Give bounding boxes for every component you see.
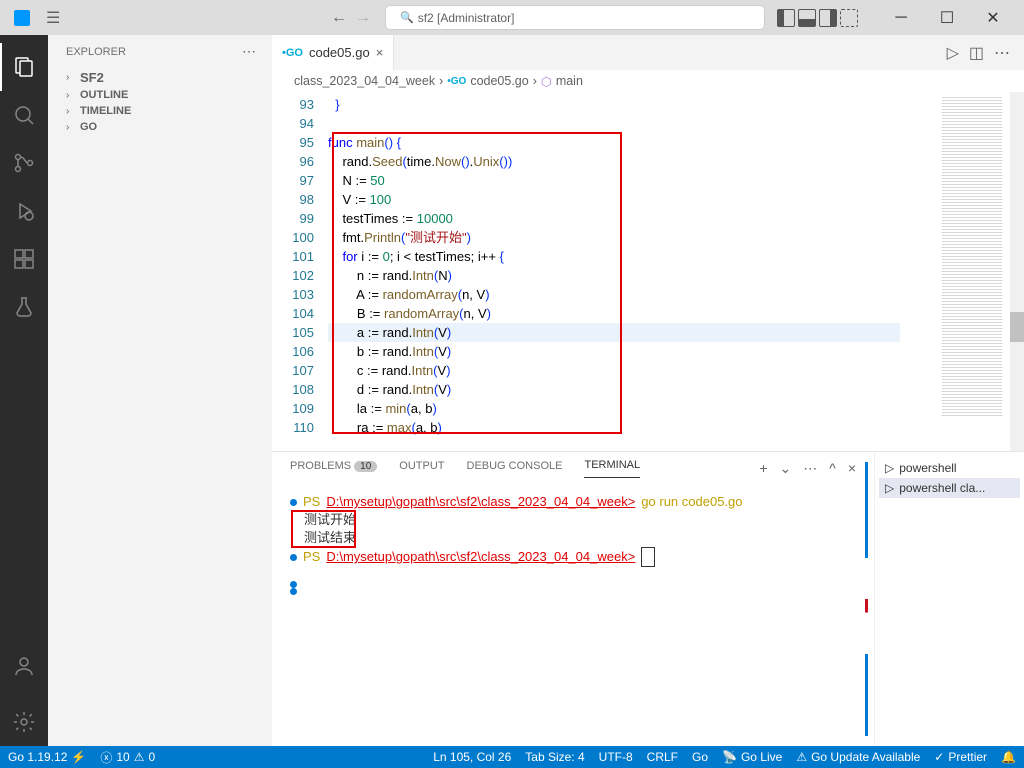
command-center[interactable]: 🔍 sf2 [Administrator]: [385, 5, 765, 30]
go-file-icon: •GO: [447, 76, 466, 87]
editor-area: •GO code05.go × ▷ ◫ ⋯ class_2023_04_04_w…: [272, 35, 1024, 746]
toggle-primary-sidebar-icon[interactable]: [777, 9, 795, 27]
debug-icon[interactable]: [0, 187, 48, 235]
code-line[interactable]: c := rand.Intn(V): [328, 361, 900, 380]
code-line[interactable]: fmt.Println("测试开始"): [328, 228, 900, 247]
status-prettier[interactable]: ✓ Prettier: [934, 750, 987, 764]
terminal-line: [290, 588, 856, 595]
source-control-icon[interactable]: [0, 139, 48, 187]
panel-more-icon[interactable]: ⋯: [803, 460, 817, 477]
terminal-line: [290, 581, 856, 588]
code-line[interactable]: rand.Seed(time.Now().Unix()): [328, 152, 900, 171]
terminal[interactable]: PS D:\mysetup\gopath\src\sf2\class_2023_…: [272, 485, 874, 746]
tab-debug-console[interactable]: DEBUG CONSOLE: [467, 460, 563, 478]
testing-icon[interactable]: [0, 283, 48, 331]
toggle-secondary-sidebar-icon[interactable]: [819, 9, 837, 27]
tree-item[interactable]: ›OUTLINE: [48, 87, 272, 103]
symbol-icon: ⬡: [541, 74, 552, 89]
tab-filename: code05.go: [309, 45, 370, 60]
explorer-icon[interactable]: [0, 43, 48, 91]
editor-more-icon[interactable]: ⋯: [994, 43, 1010, 63]
maximize-button[interactable]: ☐: [924, 0, 970, 35]
code-line[interactable]: a := rand.Intn(V): [328, 323, 900, 342]
scrollbar[interactable]: [1010, 92, 1024, 451]
search-text: sf2 [Administrator]: [418, 11, 515, 25]
run-icon[interactable]: ▷: [947, 43, 959, 63]
menu-icon[interactable]: ☰: [46, 8, 60, 28]
extensions-icon[interactable]: [0, 235, 48, 283]
sidebar-title: EXPLORER: [66, 46, 126, 58]
status-tabsize[interactable]: Tab Size: 4: [525, 750, 584, 764]
terminal-entry[interactable]: ▷powershell: [879, 458, 1020, 478]
settings-icon[interactable]: [0, 698, 48, 746]
code-line[interactable]: testTimes := 10000: [328, 209, 900, 228]
status-encoding[interactable]: UTF-8: [599, 750, 633, 764]
close-button[interactable]: ✕: [970, 0, 1016, 35]
code-line[interactable]: for i := 0; i < testTimes; i++ {: [328, 247, 900, 266]
terminal-entry[interactable]: ▷powershell cla...: [879, 478, 1020, 498]
code-line[interactable]: d := rand.Intn(V): [328, 380, 900, 399]
tab-output[interactable]: OUTPUT: [399, 460, 444, 478]
terminal-list: ▷powershell▷powershell cla...: [874, 452, 1024, 746]
search-icon[interactable]: [0, 91, 48, 139]
tab-close-icon[interactable]: ×: [376, 45, 384, 60]
terminal-line: PS D:\mysetup\gopath\src\sf2\class_2023_…: [290, 493, 856, 511]
minimap[interactable]: [900, 92, 1010, 451]
code-line[interactable]: func main() {: [328, 133, 900, 152]
breadcrumb[interactable]: class_2023_04_04_week › •GO code05.go › …: [272, 70, 1024, 92]
new-terminal-icon[interactable]: +: [759, 460, 767, 477]
editor-tabs: •GO code05.go × ▷ ◫ ⋯: [272, 35, 1024, 70]
tree-item[interactable]: ›SF2: [48, 68, 272, 87]
nav-back-icon[interactable]: ←: [329, 8, 349, 28]
code-line[interactable]: n := rand.Intn(N): [328, 266, 900, 285]
tree-item[interactable]: ›GO: [48, 119, 272, 135]
customize-layout-icon[interactable]: [840, 9, 858, 27]
sidebar-more-icon[interactable]: ⋯: [242, 43, 256, 60]
powershell-icon: ▷: [885, 461, 894, 475]
explorer-sidebar: EXPLORER ⋯ ›SF2›OUTLINE›TIMELINE›GO: [48, 35, 272, 746]
line-gutter: 9394959697989910010110210310410510610710…: [272, 92, 328, 451]
code-line[interactable]: }: [328, 95, 900, 114]
code-editor[interactable]: } func main() { rand.Seed(time.Now().Uni…: [328, 92, 900, 451]
terminal-line: 测试开始: [290, 511, 856, 529]
code-line[interactable]: la := min(a, b): [328, 399, 900, 418]
panel: PROBLEMS10 OUTPUT DEBUG CONSOLE TERMINAL…: [272, 451, 1024, 746]
code-line[interactable]: [328, 114, 900, 133]
vscode-icon: [14, 10, 30, 26]
terminal-line: 测试结束: [290, 529, 856, 547]
split-editor-icon[interactable]: ◫: [969, 43, 984, 63]
close-panel-icon[interactable]: ×: [848, 460, 856, 477]
tree-item[interactable]: ›TIMELINE: [48, 103, 272, 119]
tab-problems[interactable]: PROBLEMS10: [290, 460, 377, 478]
terminal-dropdown-icon[interactable]: ⌄: [780, 460, 792, 477]
go-file-icon: •GO: [282, 47, 303, 59]
terminal-line: [290, 567, 856, 581]
status-bar: Go 1.19.12 ⚡ ⓧ 10 ⚠ 0 Ln 105, Col 26 Tab…: [0, 746, 1024, 768]
minimize-button[interactable]: ─: [878, 0, 924, 35]
status-update[interactable]: ⚠ Go Update Available: [796, 750, 920, 764]
title-bar: ☰ ← → 🔍 sf2 [Administrator] ─ ☐ ✕: [0, 0, 1024, 35]
status-go-version[interactable]: Go 1.19.12 ⚡: [8, 750, 86, 764]
status-eol[interactable]: CRLF: [647, 750, 678, 764]
code-line[interactable]: A := randomArray(n, V): [328, 285, 900, 304]
code-line[interactable]: b := rand.Intn(V): [328, 342, 900, 361]
activity-bar: [0, 35, 48, 746]
status-cursor[interactable]: Ln 105, Col 26: [433, 750, 511, 764]
maximize-panel-icon[interactable]: ^: [829, 460, 836, 477]
tab-terminal[interactable]: TERMINAL: [584, 459, 640, 478]
toggle-panel-icon[interactable]: [798, 9, 816, 27]
status-lang[interactable]: Go: [692, 750, 708, 764]
accounts-icon[interactable]: [0, 642, 48, 690]
nav-forward-icon[interactable]: →: [353, 8, 373, 28]
status-golive[interactable]: 📡 Go Live: [722, 750, 782, 764]
code-line[interactable]: N := 50: [328, 171, 900, 190]
tab-code05[interactable]: •GO code05.go ×: [272, 35, 394, 70]
code-line[interactable]: ra := max(a, b): [328, 418, 900, 437]
powershell-icon: ▷: [885, 481, 894, 495]
code-line[interactable]: B := randomArray(n, V): [328, 304, 900, 323]
code-line[interactable]: V := 100: [328, 190, 900, 209]
terminal-line: PS D:\mysetup\gopath\src\sf2\class_2023_…: [290, 547, 856, 567]
status-problems[interactable]: ⓧ 10 ⚠ 0: [100, 749, 155, 766]
status-notifications-icon[interactable]: 🔔: [1001, 750, 1016, 764]
